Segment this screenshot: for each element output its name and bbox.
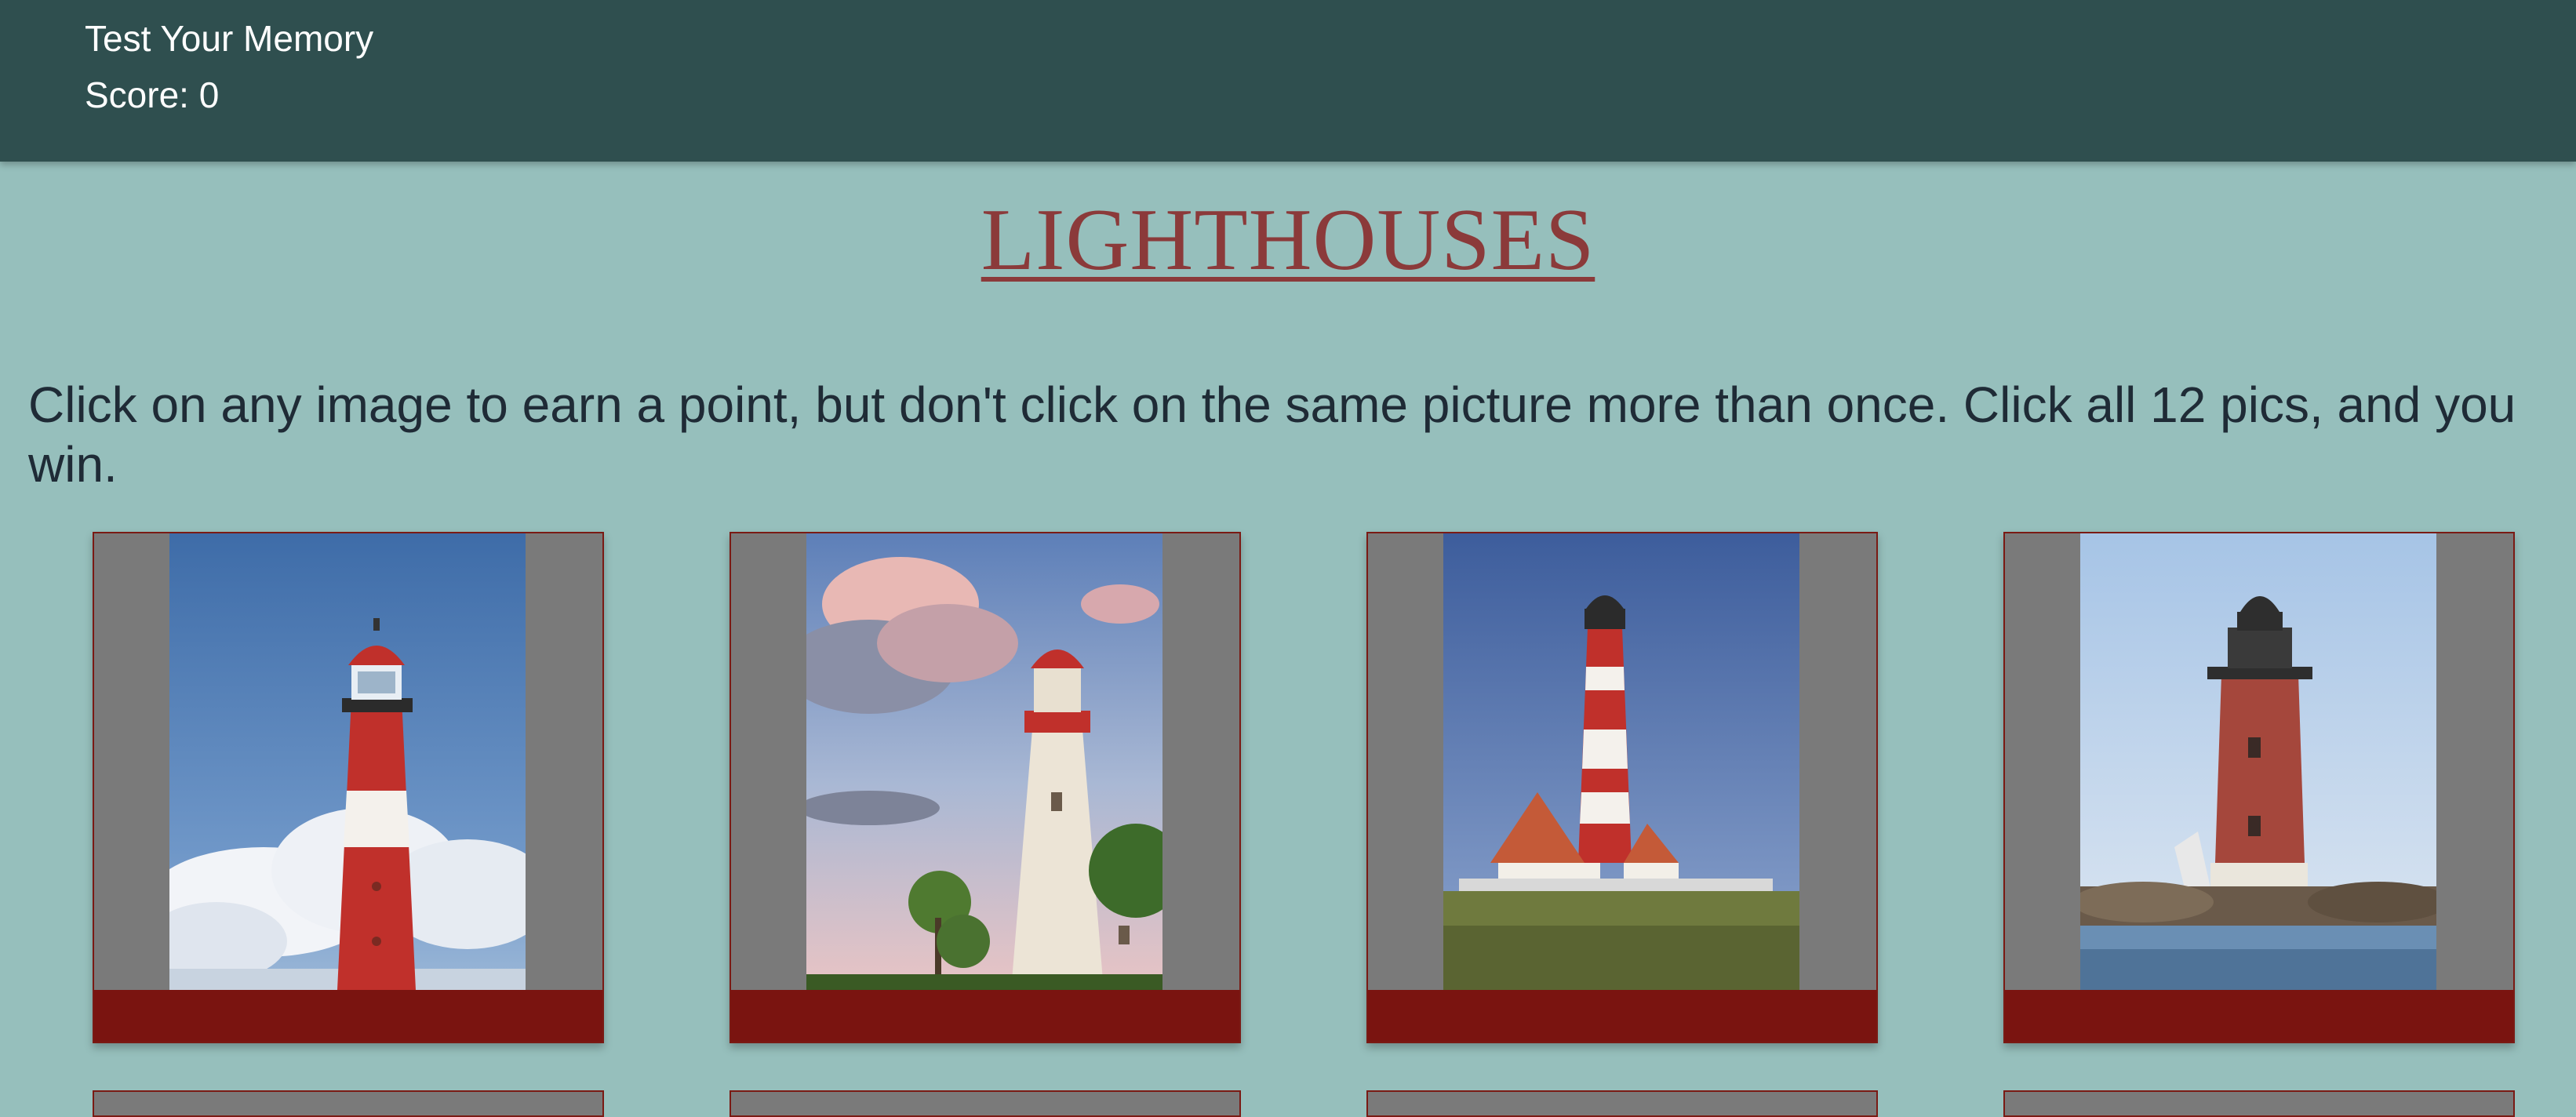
image-card-2[interactable] (730, 532, 1241, 1043)
card-footer (1368, 990, 1876, 1042)
image-card-3[interactable] (1366, 532, 1878, 1043)
score-display: Score: 0 (85, 75, 220, 115)
card-footer (2005, 990, 2513, 1042)
app-title: Test Your Memory (85, 18, 374, 59)
image-card-1[interactable] (93, 532, 604, 1043)
image-card-8[interactable] (2003, 1090, 2515, 1117)
instructions-text: Click on any image to earn a point, but … (28, 377, 2516, 493)
lighthouse-image-3[interactable] (1443, 533, 1799, 990)
card-footer (731, 990, 1239, 1042)
lighthouse-image-1[interactable] (169, 533, 526, 990)
card-footer (94, 990, 602, 1042)
image-card-6[interactable] (730, 1090, 1241, 1117)
image-card-5[interactable] (93, 1090, 604, 1117)
lighthouse-image-2[interactable] (806, 533, 1162, 990)
image-card-4[interactable] (2003, 532, 2515, 1043)
navbar: Test Your Memory Score: 0 (0, 0, 2576, 162)
image-card-7[interactable] (1366, 1090, 1878, 1117)
lighthouse-image-4[interactable] (2080, 533, 2436, 990)
page-heading: LIGHTHOUSES (981, 191, 1595, 289)
